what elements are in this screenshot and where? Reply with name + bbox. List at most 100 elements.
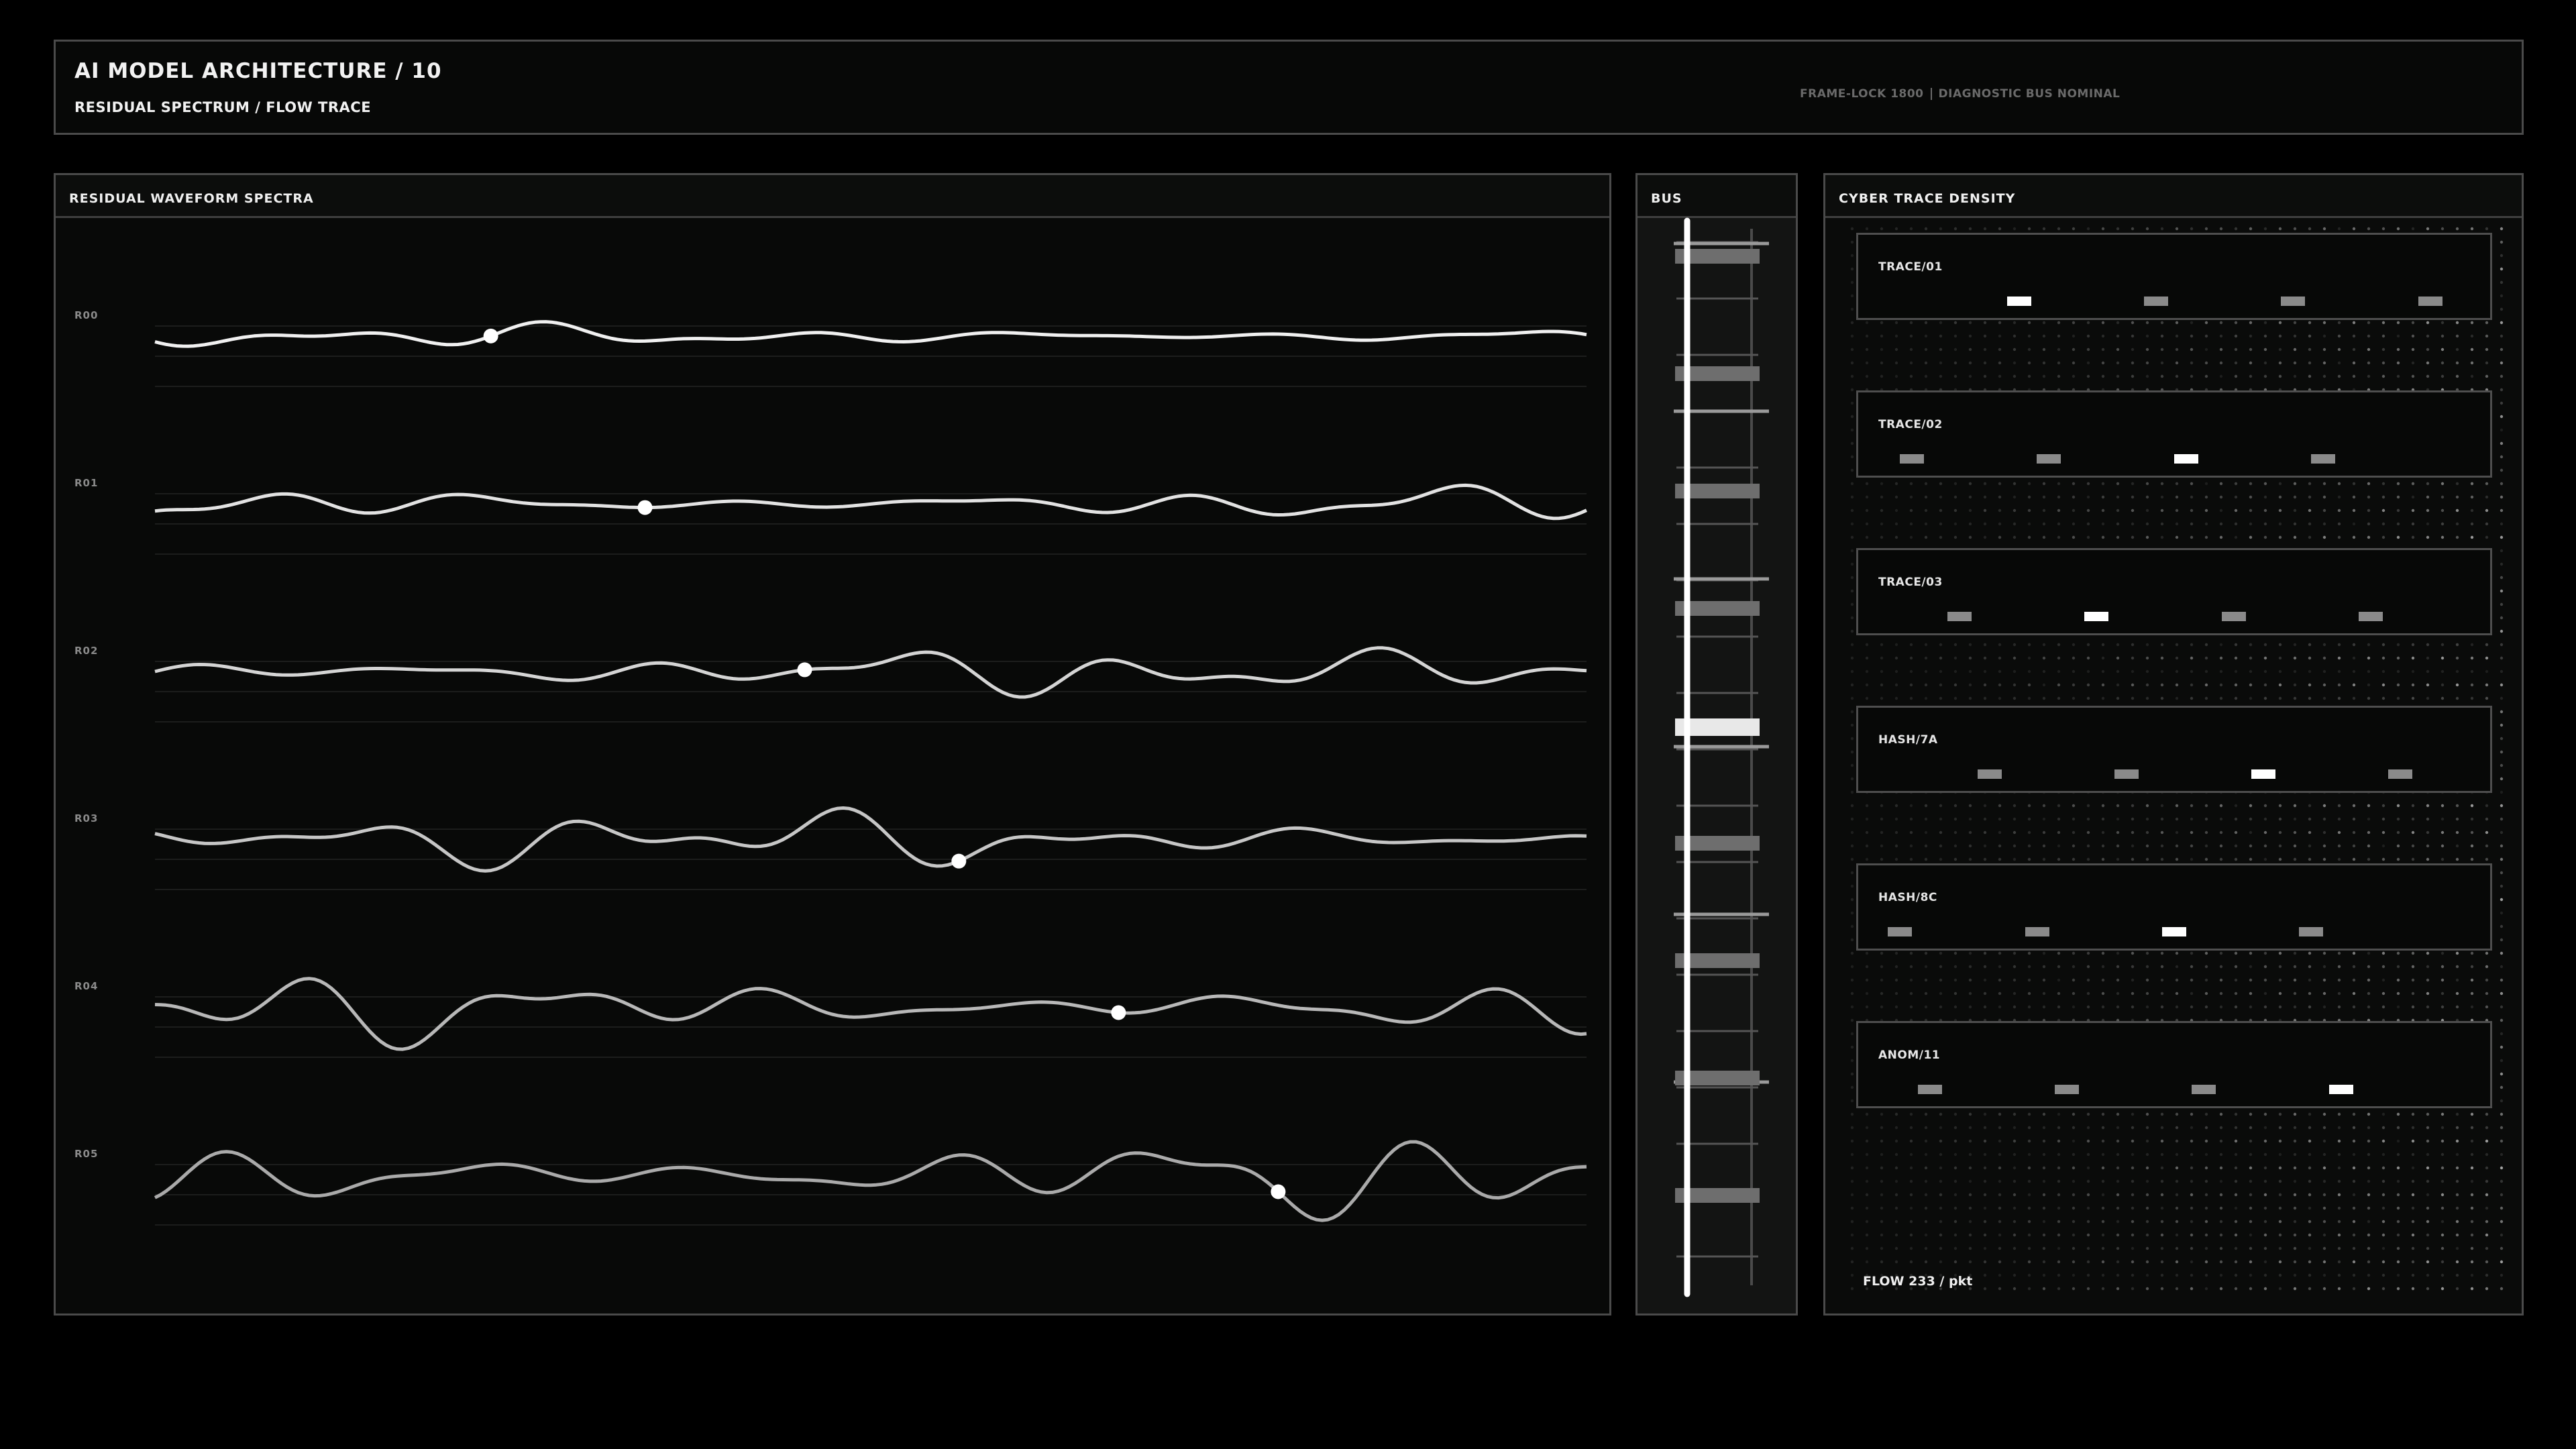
density-dot [1865, 1260, 1869, 1264]
density-dot [2145, 830, 2149, 835]
density-dot [1939, 683, 1943, 687]
density-dot [2175, 1287, 2179, 1291]
density-dot [2072, 227, 2076, 231]
density-dot [2440, 361, 2445, 365]
density-dot [2057, 830, 2061, 835]
density-dot [2204, 482, 2208, 486]
density-dot [2086, 817, 2090, 821]
density-dot [2042, 374, 2046, 378]
density-dot [1865, 844, 1869, 848]
density-dot [1850, 1166, 1854, 1170]
density-dot [2500, 508, 2504, 513]
density-dot [2396, 991, 2400, 996]
density-dot [2440, 347, 2445, 352]
density-dot [1939, 482, 1943, 486]
density-dot [2086, 656, 2090, 660]
density-dot [2396, 361, 2400, 365]
density-dot [2072, 1139, 2076, 1143]
density-dot [2263, 347, 2267, 352]
density-dot [2500, 455, 2504, 459]
density-dot [2116, 817, 2120, 821]
trace-tick [2418, 297, 2443, 306]
density-dot [2204, 347, 2208, 352]
density-dot [1924, 817, 1928, 821]
density-dot [1850, 455, 1854, 459]
density-dot [1850, 1045, 1854, 1049]
density-dot [2278, 1152, 2282, 1157]
density-dot [2440, 1206, 2445, 1210]
density-dot [2234, 321, 2238, 325]
density-dot [2249, 321, 2253, 325]
density-dot [2175, 830, 2179, 835]
density-dot [2027, 991, 2031, 996]
density-dot [2263, 535, 2267, 539]
density-dot [2455, 965, 2459, 969]
density-dot [2263, 334, 2267, 338]
density-dot [1850, 1260, 1854, 1264]
density-dot [1850, 991, 1854, 996]
density-dot [1953, 669, 1957, 674]
density-dot [1924, 951, 1928, 955]
waveform-line [154, 646, 1587, 699]
density-dot [2293, 991, 2297, 996]
density-dot [1909, 508, 1913, 513]
density-dot [2440, 1139, 2445, 1143]
residual-spectra-panel: RESIDUAL WAVEFORM SPECTRA R00 R01 R02 R03 R0… [54, 173, 1611, 1316]
density-dot [2381, 1233, 2385, 1237]
density-dot [2500, 643, 2504, 647]
density-dot [2012, 508, 2017, 513]
density-dot [2308, 1193, 2312, 1197]
density-dot [2440, 1166, 2445, 1170]
density-dot [2131, 1126, 2135, 1130]
density-dot [1968, 817, 1972, 821]
density-dot [2352, 1112, 2356, 1116]
density-dot [2485, 696, 2489, 700]
density-dot [2263, 696, 2267, 700]
density-dot [2234, 817, 2238, 821]
density-dot [1894, 683, 1898, 687]
density-dot [2072, 1152, 2076, 1157]
density-dot [2411, 1273, 2415, 1277]
density-dot [2426, 1139, 2430, 1143]
density-dot [1865, 656, 1869, 660]
density-dot [2426, 991, 2430, 996]
density-dot [2455, 1112, 2459, 1116]
density-dot [1939, 334, 1943, 338]
density-dot [1968, 1233, 1972, 1237]
density-dot [1953, 1139, 1957, 1143]
density-dot [2160, 844, 2164, 848]
trace-box: TRACE/01 [1856, 233, 2492, 320]
density-dot [2116, 1152, 2120, 1157]
density-dot [2012, 1005, 2017, 1009]
density-dot [1924, 347, 1928, 352]
density-dot [2012, 334, 2017, 338]
density-dot [2411, 1287, 2415, 1291]
density-dot [2337, 978, 2341, 982]
density-dot [2470, 374, 2474, 378]
density-dot [2308, 1287, 2312, 1291]
density-dot [2263, 227, 2267, 231]
density-dot [2101, 804, 2105, 808]
density-dot [1865, 1139, 1869, 1143]
density-dot [1939, 857, 1943, 861]
density-dot [2411, 978, 2415, 982]
density-dot [2470, 669, 2474, 674]
density-dot [1850, 576, 1854, 580]
density-dot [2234, 669, 2238, 674]
density-dot [1850, 280, 1854, 284]
density-dot [1909, 535, 1913, 539]
density-dot [2027, 361, 2031, 365]
density-dot [2440, 978, 2445, 982]
density-dot [2086, 334, 2090, 338]
density-dot [1894, 991, 1898, 996]
density-dot [2145, 817, 2149, 821]
density-dot [1968, 857, 1972, 861]
density-dot [1880, 1206, 1884, 1210]
density-dot [2411, 1179, 2415, 1183]
density-dot [2101, 991, 2105, 996]
trace-tick [1947, 612, 1972, 621]
density-dot [2500, 683, 2504, 687]
density-dot [1953, 1112, 1957, 1116]
density-dot [1865, 522, 1869, 526]
density-dot [2367, 1260, 2371, 1264]
